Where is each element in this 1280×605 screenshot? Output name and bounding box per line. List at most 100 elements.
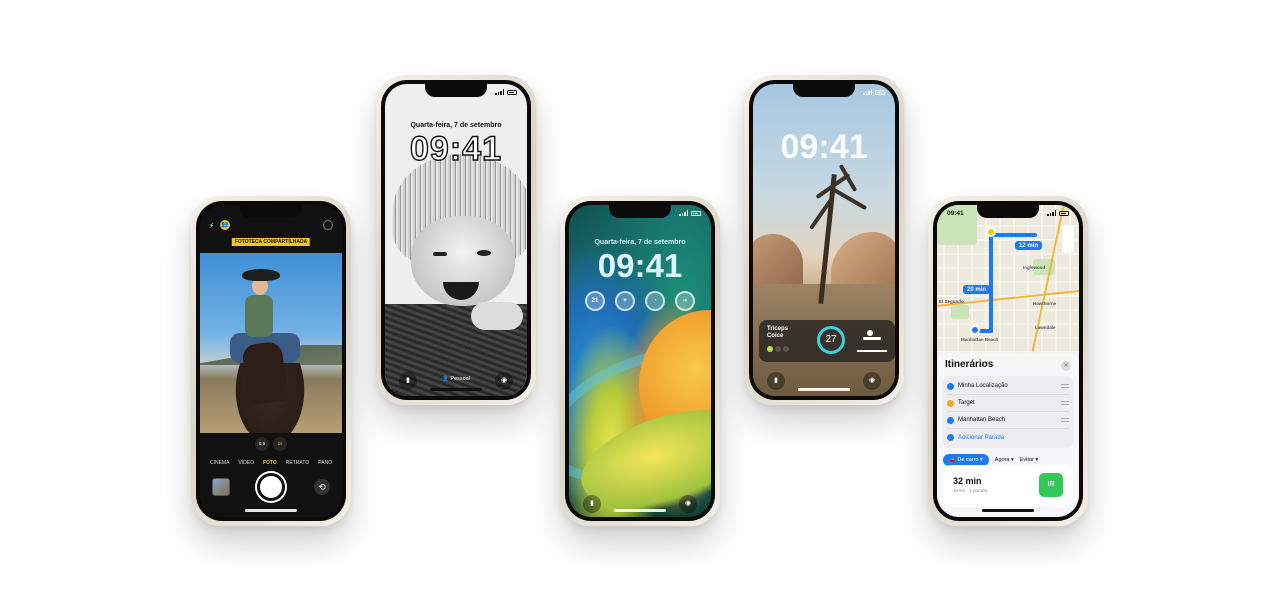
temperature-widget[interactable]: 21 [585,291,605,311]
go-button[interactable]: IR [1039,473,1063,497]
phone-bezel: 09:41 Tríceps Coice 27 ▮ ◉ [749,80,899,400]
weather-widget[interactable]: ☀ [615,291,635,311]
drag-handle-icon[interactable] [1061,384,1069,388]
phone-bezel: Quarta-feira, 7 de setembro 09:41 ▮ 👤 Pe… [381,80,531,400]
fitness-widget[interactable]: Tríceps Coice 27 [759,320,895,362]
camera-viewfinder[interactable] [200,253,342,433]
phone-portrait-lockscreen: Quarta-feira, 7 de setembro 09:41 ▮ 👤 Pe… [376,75,536,405]
map-label-hawthorne: Hawthorne [1033,301,1057,306]
mode-cinema[interactable]: CINEMA [210,460,229,466]
home-indicator[interactable] [245,509,297,512]
live-photo-icon[interactable] [323,220,333,230]
zoom-selector[interactable]: 0,5 1x [255,437,287,451]
mode-photo[interactable]: FOTO [263,460,277,466]
flashlight-icon[interactable]: ▮ [583,495,601,513]
destination-pin-icon[interactable] [970,325,980,335]
exercise-name-line1: Tríceps [767,326,789,332]
map-view[interactable]: 12 min 20 min Hawthorne El Segundo Lawnd… [937,205,1079,353]
drag-handle-icon[interactable] [1061,401,1069,405]
add-stop-button[interactable]: Adicionar Parada [947,429,1069,446]
status-icons [1047,210,1069,216]
avoid-label: Evitar [1019,457,1034,463]
focus-mode-text: Pessoal [450,376,470,382]
home-indicator[interactable] [798,388,850,391]
lock-date: Quarta-feira, 7 de setembro [594,239,686,246]
signal-icon [863,89,872,95]
battery-icon [507,89,517,95]
departure-time-button[interactable]: Agora ▾ [995,457,1014,463]
map-label-lawndale: Lawndale [1035,325,1056,330]
photo-thumbnail[interactable] [212,478,230,496]
phone-wallpaper-lockscreen: Quarta-feira, 7 de setembro 09:41 21 ☀ ◔… [560,196,720,526]
camera-icon[interactable]: ◉ [495,372,513,390]
battery-icon [875,89,885,95]
shared-library-banner[interactable]: FOTOTECA COMPARTILHADA [231,238,311,246]
route-duration: 32 min [953,476,982,486]
flashlight-icon[interactable]: ▮ [399,372,417,390]
park-area [951,305,969,319]
plus-icon [947,434,954,441]
route-eta-pill[interactable]: 12 min [1015,241,1043,250]
shared-library-icon[interactable]: 👥 [220,220,230,230]
mode-video[interactable]: VÍDEO [238,460,254,466]
phone-bezel: ⚡ 👥 FOTOTECA COMPARTILHADA 0,5 1x CINEMA… [196,201,346,521]
route-line [989,233,1037,237]
exercise-figure-icon [857,328,887,352]
stop-item[interactable]: Minha Localização [947,378,1069,395]
activity-widget[interactable]: ➜ [675,291,695,311]
departure-time-label: Agora [994,457,1010,463]
lock-time: 09:41 [780,128,868,166]
drag-handle-icon[interactable] [1061,418,1069,422]
camera-icon[interactable]: ◉ [679,495,697,513]
shutter-button[interactable] [257,473,285,501]
sheet-title: Itinerários [945,359,994,370]
directions-sheet: Itinerários ✕ Minha Localização Target M… [937,353,1079,517]
map-label-el-segundo: El Segundo [939,299,964,304]
home-indicator[interactable] [614,509,666,512]
map-label-manhattan-beach: Manhattan Beach [961,337,999,342]
avoid-button[interactable]: Evitar ▾ [1020,457,1038,463]
route-details: 16 km · 1 parada [953,488,988,493]
zoom-0-5[interactable]: 0,5 [255,437,269,451]
lock-time: 09:41 [597,247,683,284]
notch [977,205,1039,218]
notch [609,205,671,218]
zoom-1x[interactable]: 1x [273,437,287,451]
map-controls[interactable] [1062,225,1074,253]
lockscreen-portrait: Quarta-feira, 7 de setembro 09:41 ▮ 👤 Pe… [385,84,527,396]
battery-icon [1059,210,1069,216]
flashlight-icon[interactable]: ▮ [767,372,785,390]
phone-bezel: Quarta-feira, 7 de setembro 09:41 21 ☀ ◔… [565,201,715,521]
route-card[interactable]: 32 min 16 km · 1 parada IR [943,465,1073,507]
clock-widget[interactable]: ◔ [645,291,665,311]
camera-icon[interactable]: ◉ [863,372,881,390]
stop-label: Target [958,400,975,406]
stop-label: Manhattan Beach [958,417,1006,423]
home-indicator[interactable] [982,509,1034,512]
signal-icon [679,210,688,216]
lockscreen-tree: 09:41 Tríceps Coice 27 ▮ ◉ [753,84,895,396]
horse-neck [241,340,289,406]
camera-modes[interactable]: CINEMA VÍDEO FOTO RETRATO PANO [200,460,342,466]
tree-branch [828,185,868,211]
close-icon[interactable]: ✕ [1061,361,1071,371]
focus-mode-label[interactable]: 👤 Pessoal [442,376,470,382]
route-line [989,233,993,333]
highway [937,289,1079,307]
stop-item[interactable]: Target [947,395,1069,412]
notch [793,84,855,97]
camera-screen: ⚡ 👥 FOTOTECA COMPARTILHADA 0,5 1x CINEMA… [200,205,342,517]
mode-pano[interactable]: PANO [318,460,332,466]
status-icons [679,210,701,216]
mode-portrait[interactable]: RETRATO [286,460,309,466]
home-indicator[interactable] [430,388,482,391]
flip-camera-icon[interactable]: ⟲ [314,479,330,495]
lockscreen-wallpaper: Quarta-feira, 7 de setembro 09:41 21 ☀ ◔… [569,205,711,517]
route-eta-pill[interactable]: 20 min [963,285,991,294]
exercise-name: Tríceps Coice [767,326,807,340]
flash-icon[interactable]: ⚡ [209,222,214,230]
phone-bezel: 09:41 12 min 20 min Hawthorne El Segundo… [933,201,1083,521]
open-eye [477,250,491,256]
target-pin-icon[interactable] [986,227,996,237]
stop-item[interactable]: Manhattan Beach [947,412,1069,429]
